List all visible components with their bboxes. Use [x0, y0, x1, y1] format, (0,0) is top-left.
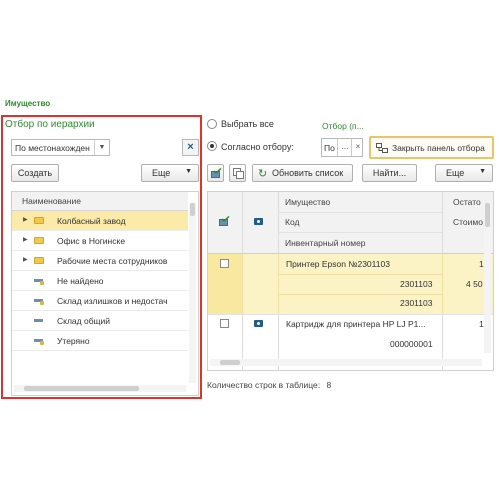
- filter-link[interactable]: Отбор (п...: [322, 121, 364, 131]
- row-item-name: Картридж для принтера HP LJ P1...: [286, 319, 426, 329]
- folder-icon: [34, 257, 44, 264]
- tree-column-header[interactable]: Наименование: [12, 192, 188, 211]
- panel-icon: [376, 143, 388, 153]
- chevron-down-icon: ▼: [479, 168, 486, 175]
- more-button-right[interactable]: Еще ▼: [435, 164, 493, 182]
- copy-button[interactable]: [229, 164, 246, 182]
- expand-arrow-icon[interactable]: ▶: [23, 216, 28, 223]
- select-all-label: Выбрать все: [221, 119, 274, 129]
- folder-icon: [34, 217, 44, 224]
- row-item-name: Принтер Epson №2301103: [286, 259, 390, 269]
- check-items-button[interactable]: [207, 164, 224, 182]
- folder-icon: [34, 237, 44, 244]
- close-icon: ×: [187, 141, 194, 153]
- refresh-list-button[interactable]: ↻ Обновить список: [252, 164, 353, 182]
- chevron-down-icon: ▼: [185, 168, 192, 175]
- camera-icon: [254, 218, 263, 225]
- page-title: Имущество: [5, 99, 51, 108]
- tree-column-header-label: Наименование: [22, 196, 81, 206]
- column-header-inventory-number[interactable]: Инвентарный номер: [285, 238, 366, 248]
- camera-icon: [254, 320, 263, 327]
- location-icon: [34, 297, 44, 305]
- row-checkbox[interactable]: [220, 319, 229, 328]
- filter-field-choose-button[interactable]: ...: [337, 139, 352, 156]
- find-button[interactable]: Найти...: [362, 164, 417, 182]
- row-checkbox[interactable]: [220, 259, 229, 268]
- location-icon: [34, 317, 44, 324]
- grouping-select-value: По местонахожден: [15, 143, 90, 153]
- check-list-icon: [211, 168, 222, 178]
- tree-vertical-scrollbar[interactable]: [189, 203, 196, 383]
- by-filter-label: Согласно отбору:: [221, 142, 294, 152]
- close-filter-panel-label: Закрыть панель отбора: [392, 143, 485, 153]
- scrollbar-thumb[interactable]: [24, 386, 139, 391]
- tree-item-label: Колбасный завод: [57, 216, 126, 226]
- table-horizontal-scrollbar[interactable]: [210, 359, 482, 366]
- row-count-value: 8: [326, 380, 332, 390]
- refresh-list-label: Обновить список: [272, 168, 344, 178]
- close-filter-panel-button[interactable]: Закрыть панель отбора: [369, 136, 494, 159]
- select-all-radio[interactable]: [207, 119, 217, 129]
- tree-horizontal-scrollbar[interactable]: [14, 385, 186, 392]
- tree-item-label: Не найдено: [57, 276, 104, 286]
- tree-item[interactable]: ▶ Колбасный завод: [12, 211, 188, 231]
- tree-item[interactable]: Утеряно: [12, 331, 188, 351]
- check-column-icon: [219, 216, 230, 226]
- refresh-icon: ↻: [258, 168, 268, 180]
- tree-item[interactable]: Склад излишков и недостач: [12, 291, 188, 311]
- column-header-code[interactable]: Код: [285, 217, 299, 227]
- scrollbar-thumb[interactable]: [190, 203, 195, 216]
- tree-item-label: Рабочие места сотрудников: [57, 256, 168, 266]
- table-vertical-scrollbar[interactable]: [484, 203, 491, 353]
- tree-item-label: Склад излишков и недостач: [57, 296, 168, 306]
- tree-item-label: Утеряно: [57, 336, 90, 346]
- tree-item-label: Склад общий: [57, 316, 111, 326]
- create-button[interactable]: Создать: [11, 164, 59, 182]
- grouping-select[interactable]: По местонахожден ▼: [11, 139, 110, 156]
- property-table: Имущество Код Инвентарный номер Остато С…: [207, 191, 494, 371]
- column-header-cost[interactable]: Стоимо: [453, 217, 483, 227]
- tree-item[interactable]: Не найдено: [12, 271, 188, 291]
- expand-arrow-icon[interactable]: ▶: [23, 256, 28, 263]
- tree-item[interactable]: Склад общий: [12, 311, 188, 331]
- row-cost: 4 50: [466, 279, 483, 289]
- filter-field[interactable]: По ... ×: [321, 138, 363, 157]
- chevron-down-icon[interactable]: ▼: [94, 140, 109, 155]
- hierarchy-panel-header: Отбор по иерархии: [5, 119, 95, 130]
- more-button-left[interactable]: Еще ▼: [141, 164, 199, 182]
- row-inventory-number: 2301103: [400, 298, 433, 308]
- row-code: 2301103: [400, 279, 433, 289]
- location-icon: [34, 337, 44, 345]
- row-count-label: Количество строк в таблице:: [207, 380, 321, 390]
- tree-item[interactable]: ▶ Рабочие места сотрудников: [12, 251, 188, 271]
- scrollbar-thumb[interactable]: [220, 360, 240, 365]
- filter-field-clear-button[interactable]: ×: [351, 139, 364, 156]
- copy-icon: [233, 168, 244, 179]
- column-header-balance[interactable]: Остато: [453, 197, 481, 207]
- scrollbar-thumb[interactable]: [485, 203, 490, 227]
- row-code: 000000001: [390, 339, 433, 349]
- more-button-label: Еще: [446, 168, 465, 178]
- more-button-label: Еще: [152, 168, 171, 178]
- filter-field-value: По: [324, 143, 335, 153]
- tree-item-label: Офис в Ногинске: [57, 236, 126, 246]
- column-header-item[interactable]: Имущество: [285, 197, 330, 207]
- tree-item[interactable]: ▶ Офис в Ногинске: [12, 231, 188, 251]
- by-filter-radio[interactable]: [207, 141, 217, 151]
- clear-hierarchy-button[interactable]: ×: [182, 139, 199, 156]
- expand-arrow-icon[interactable]: ▶: [23, 236, 28, 243]
- location-icon: [34, 277, 44, 285]
- row-count: Количество строк в таблице: 8: [207, 380, 331, 390]
